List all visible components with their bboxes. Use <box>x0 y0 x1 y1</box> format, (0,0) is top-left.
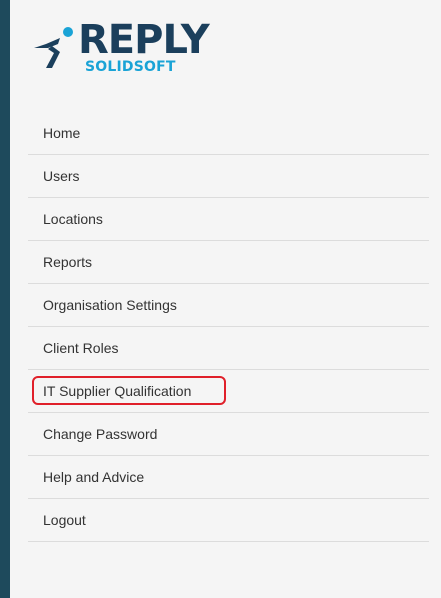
menu-item-home[interactable]: Home <box>28 112 429 155</box>
menu-item-reports[interactable]: Reports <box>28 241 429 284</box>
menu-item-label: Home <box>43 125 81 141</box>
menu-item-change-password[interactable]: Change Password <box>28 413 429 456</box>
nav-panel: REPLY SOLIDSOFT Home Users Locations Rep… <box>10 0 441 598</box>
menu-item-label: Client Roles <box>43 340 119 356</box>
menu-item-label: Help and Advice <box>43 469 145 485</box>
reply-solidsoft-logo[interactable]: REPLY SOLIDSOFT <box>30 18 230 80</box>
main-menu: Home Users Locations Reports Organisatio… <box>28 112 429 542</box>
menu-item-label: Organisation Settings <box>43 297 177 313</box>
menu-item-organisation-settings[interactable]: Organisation Settings <box>28 284 429 327</box>
menu-item-client-roles[interactable]: Client Roles <box>28 327 429 370</box>
menu-item-logout[interactable]: Logout <box>28 499 429 542</box>
menu-item-help-and-advice[interactable]: Help and Advice <box>28 456 429 499</box>
menu-item-label: Reports <box>43 254 93 270</box>
menu-item-label: Logout <box>43 512 86 528</box>
menu-item-label: Locations <box>43 211 103 227</box>
menu-item-label: IT Supplier Qualification <box>43 383 192 399</box>
running-figure-icon <box>34 27 73 68</box>
menu-item-users[interactable]: Users <box>28 155 429 198</box>
menu-item-label: Change Password <box>43 426 158 442</box>
brand-subtitle: SOLIDSOFT <box>85 59 176 75</box>
menu-item-locations[interactable]: Locations <box>28 198 429 241</box>
menu-item-it-supplier-qualification[interactable]: IT Supplier Qualification <box>28 370 429 413</box>
brand-name: REPLY <box>78 17 210 63</box>
menu-item-label: Users <box>43 168 80 184</box>
